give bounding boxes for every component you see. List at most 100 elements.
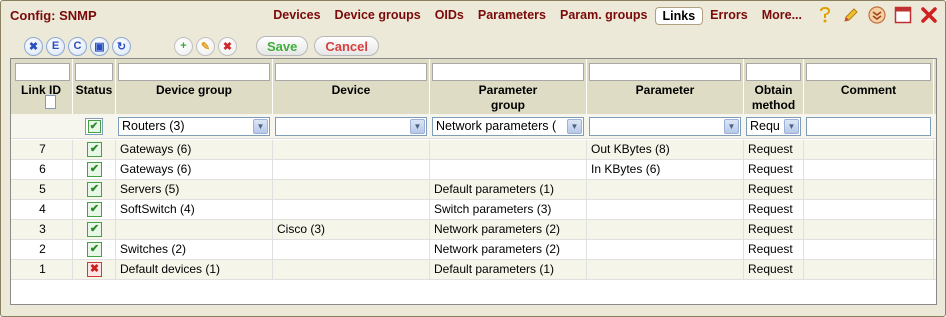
collapse-icon[interactable] (867, 5, 887, 25)
save-disk-icon[interactable]: ▣ (90, 36, 109, 56)
cell-parameter (587, 200, 744, 220)
column-search-comment[interactable] (806, 63, 931, 81)
chevron-down-icon[interactable]: ▼ (253, 119, 268, 134)
column-header-link-id[interactable]: Link ID (13, 59, 73, 114)
add-icon[interactable]: + (174, 36, 193, 56)
device-filter[interactable]: ▼ (275, 117, 427, 136)
status-ok-check-icon[interactable]: ✔ (87, 142, 102, 157)
tab-oids[interactable]: OIDs (428, 7, 471, 25)
table-row[interactable]: 1 ✖ Default devices (1) Default parameters … (11, 260, 936, 280)
column-search-device[interactable] (275, 63, 427, 81)
parameter-group-filter[interactable]: Network parameters (▼ (432, 117, 584, 136)
tab-devices[interactable]: Devices (266, 7, 327, 25)
tab-more[interactable]: More... (755, 7, 809, 25)
chevron-down-icon[interactable]: ▼ (410, 119, 425, 134)
maximize-icon[interactable] (893, 5, 913, 25)
cell-link-id: 5 (13, 180, 73, 200)
delete-x-icon[interactable]: ✖ (24, 36, 43, 56)
status-cell[interactable]: ✔ (73, 240, 116, 260)
device-group-filter[interactable]: Routers (3) ▼ (118, 117, 270, 136)
status-cell[interactable]: ✔ (73, 180, 116, 200)
cell-link-id: 3 (13, 220, 73, 240)
status-cell[interactable]: ✔ (73, 140, 116, 160)
column-search-obtain-method[interactable] (746, 63, 801, 81)
comment-filter-input[interactable] (806, 117, 931, 136)
cell-device-group: Switches (2) (116, 240, 273, 260)
window-controls (815, 5, 939, 25)
column-header-device-group[interactable]: Device group (116, 59, 273, 114)
cell-device-group: Gateways (6) (116, 140, 273, 160)
column-label: Comment (840, 83, 897, 97)
tab-param-groups[interactable]: Param. groups (553, 7, 655, 25)
column-search-device-group[interactable] (118, 63, 270, 81)
sort-icon[interactable] (45, 95, 56, 109)
cell-parameter: Out KBytes (8) (587, 140, 744, 160)
save-button[interactable]: Save (256, 36, 309, 56)
table-row[interactable]: 3 ✔ Cisco (3) Network parameters (2) Request (11, 220, 936, 240)
cell-comment (804, 180, 934, 200)
cell-parameter-group: Switch parameters (3) (430, 200, 587, 220)
column-search-parameter-group[interactable] (432, 63, 584, 81)
cancel-button[interactable]: Cancel (314, 36, 380, 56)
column-header-device[interactable]: Device (273, 59, 430, 114)
status-cell[interactable]: ✔ (73, 220, 116, 240)
table-row[interactable]: 4 ✔ SoftSwitch (4) Switch parameters (3) Req… (11, 200, 936, 220)
status-filter-checkbox[interactable]: ✔ (85, 118, 103, 135)
column-search-link-id[interactable] (15, 63, 70, 81)
obtain-method-filter[interactable]: Requ ▼ (746, 117, 801, 136)
table-row[interactable]: 7 ✔ Gateways (6) Out KBytes (8) Request (11, 140, 936, 160)
tab-parameters[interactable]: Parameters (471, 7, 553, 25)
table-row[interactable]: 5 ✔ Servers (5) Default parameters (1) Reque… (11, 180, 936, 200)
cell-parameter-group (430, 140, 587, 160)
column-header-parameter-group[interactable]: Parameter group (430, 59, 587, 114)
status-ok-check-icon[interactable]: ✔ (87, 182, 102, 197)
column-search-status[interactable] (75, 63, 113, 81)
cell-device (273, 180, 430, 200)
tab-device-groups[interactable]: Device groups (328, 7, 428, 25)
edit-pencil-icon[interactable] (841, 5, 861, 25)
cell-device (273, 260, 430, 280)
status-cell[interactable]: ✔ (73, 160, 116, 180)
status-ok-check-icon[interactable]: ✔ (87, 162, 102, 177)
cell-comment (804, 160, 934, 180)
parameter-filter[interactable]: ▼ (589, 117, 741, 136)
cell-link-id: 6 (13, 160, 73, 180)
column-label: Obtain method (751, 83, 796, 112)
column-header-obtain-method[interactable]: Obtain method (744, 59, 804, 114)
cell-device-group: Default devices (1) (116, 260, 273, 280)
chevron-down-icon[interactable]: ▼ (784, 119, 799, 134)
help-icon[interactable] (815, 5, 835, 25)
cell-device (273, 140, 430, 160)
copy-c-icon[interactable]: C (68, 36, 87, 56)
status-ok-check-icon[interactable]: ✔ (87, 242, 102, 257)
edit-icon[interactable]: ✎ (196, 36, 215, 56)
cell-obtain-method: Request (744, 160, 804, 180)
column-header-parameter[interactable]: Parameter (587, 59, 744, 114)
chevron-down-icon[interactable]: ▼ (724, 119, 739, 134)
tab-links[interactable]: Links (654, 7, 704, 25)
export-e-icon[interactable]: E (46, 36, 65, 56)
cell-parameter (587, 180, 744, 200)
chevron-down-icon[interactable]: ▼ (567, 119, 582, 134)
top-nav: Devices Device groups OIDs Parameters Param.… (266, 7, 809, 25)
tab-errors[interactable]: Errors (703, 7, 755, 25)
cell-device (273, 160, 430, 180)
status-ok-check-icon[interactable]: ✔ (87, 202, 102, 217)
cell-parameter (587, 220, 744, 240)
column-search-parameter[interactable] (589, 63, 741, 81)
column-header-status[interactable]: Status (73, 59, 116, 114)
cell-obtain-method: Request (744, 240, 804, 260)
column-header-comment[interactable]: Comment (804, 59, 934, 114)
remove-icon[interactable]: ✖ (218, 36, 237, 56)
close-icon[interactable] (919, 5, 939, 25)
table-row[interactable]: 6 ✔ Gateways (6) In KBytes (6) Request (11, 160, 936, 180)
table-row[interactable]: 2 ✔ Switches (2) Network parameters (2) Requ… (11, 240, 936, 260)
column-label: Device (331, 83, 371, 97)
refresh-icon[interactable]: ↻ (112, 36, 131, 56)
status-cell[interactable]: ✖ (73, 260, 116, 280)
status-ok-check-icon[interactable]: ✔ (87, 222, 102, 237)
cell-device (273, 240, 430, 260)
status-error-x-icon[interactable]: ✖ (87, 262, 102, 277)
cell-device-group (116, 220, 273, 240)
status-cell[interactable]: ✔ (73, 200, 116, 220)
